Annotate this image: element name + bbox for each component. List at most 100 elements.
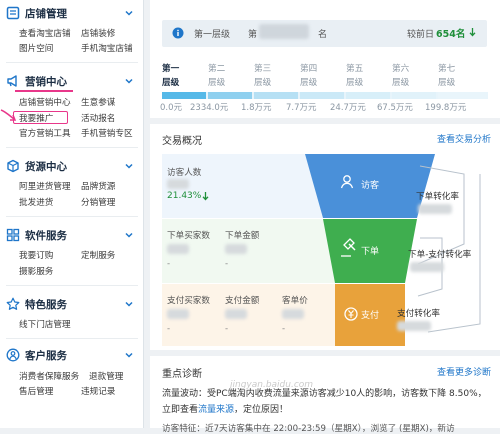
shop-icon [6, 6, 20, 20]
funnel-label-order: 下单 [361, 245, 379, 257]
section-marketing-center[interactable]: 营销中心 [6, 73, 67, 89]
level-suffix: 层级 [300, 78, 318, 88]
order-conversion-rate-label: 下单转化率 [416, 192, 459, 202]
section-sourcing-center[interactable]: 货源中心 [6, 158, 67, 174]
chevron-down-icon[interactable] [124, 161, 134, 171]
level-tab-1[interactable]: 第一 层级 [162, 62, 179, 90]
section-title: 特色服务 [25, 298, 67, 311]
highlight-underline [15, 90, 73, 92]
level-tab-4[interactable]: 第四 层级 [300, 62, 317, 90]
sidebar-item-event-signup[interactable]: 活动报名 [81, 112, 115, 124]
transaction-overview-card: 交易概况 查看交易分析 访客人数 21.43% 下单买家数 下单金额 - - 支… [150, 124, 500, 350]
level-tab-7[interactable]: 第七 层级 [438, 62, 455, 90]
chevron-down-icon[interactable] [124, 350, 134, 360]
sidebar: 店铺管理 查看淘宝店铺 店铺装修 图片空间 手机淘宝店铺 营销中心 店铺营销中心… [0, 0, 144, 428]
arrow-down-icon [202, 192, 209, 201]
level-threshold-value: 67.5万元 [377, 103, 413, 113]
view-transaction-analysis-link[interactable]: 查看交易分析 [437, 132, 491, 145]
sidebar-item-view-shop[interactable]: 查看淘宝店铺 [19, 27, 71, 39]
pay-amount-value-redacted [225, 309, 247, 319]
sidebar-item-distribution[interactable]: 分销管理 [81, 196, 115, 208]
sidebar-item-mobile-shop[interactable]: 手机淘宝店铺 [81, 42, 133, 54]
sidebar-item-shop-marketing[interactable]: 店铺营销中心 [19, 96, 71, 108]
level-tab-5[interactable]: 第五 层级 [346, 62, 363, 90]
divider [6, 147, 138, 148]
funnel-label-visitors: 访客 [361, 179, 379, 191]
divider [6, 285, 138, 286]
level-segment [162, 92, 206, 99]
level-threshold-value: 24.7万元 [330, 103, 366, 113]
sidebar-item-refund[interactable]: 退款管理 [89, 370, 123, 382]
chevron-down-icon[interactable] [124, 8, 134, 18]
level-segment [254, 92, 298, 99]
funnel-label-pay: 支付 [361, 309, 379, 321]
sidebar-item-official-tools[interactable]: 官方营销工具 [19, 127, 71, 139]
sidebar-item-promotion[interactable]: 我要推广 [19, 112, 53, 124]
box-icon [7, 159, 19, 173]
sidebar-item-mobile-marketing[interactable]: 手机营销专区 [81, 127, 133, 139]
level-suffix: 层级 [208, 78, 226, 88]
visitors-value-redacted [167, 179, 189, 189]
section-title: 货源中心 [25, 160, 67, 173]
level-suffix: 层级 [162, 78, 180, 88]
pay-buyers-value-redacted [167, 309, 189, 319]
rank-prefix: 第 [248, 30, 258, 40]
level-tab-3[interactable]: 第三 层级 [254, 62, 271, 90]
section-software-services[interactable]: 软件服务 [6, 227, 67, 243]
level-segment [208, 92, 252, 99]
sidebar-item-business-advisor[interactable]: 生意参谋 [81, 96, 115, 108]
level-suffix: 层级 [346, 78, 364, 88]
pay-conversion-rate-redacted [397, 321, 431, 331]
sidebar-item-brand-source[interactable]: 品牌货源 [81, 180, 115, 192]
chevron-down-icon[interactable] [124, 299, 134, 309]
section-customer-service[interactable]: 客户服务 [6, 347, 67, 363]
sidebar-item-custom-service[interactable]: 定制服务 [81, 249, 115, 261]
level-tab-6[interactable]: 第六 层级 [392, 62, 409, 90]
sidebar-item-offline-store[interactable]: 线下门店管理 [19, 318, 71, 330]
visitors-label: 访客人数 [167, 168, 202, 178]
level-name: 第一 [162, 64, 180, 74]
pay-amount-change: - [225, 324, 229, 334]
level-name: 第三 [254, 64, 272, 74]
shop-level-card: 第一层级 第 名 较前日 654名 第一 层级 第二 层级 第三 层级 第四 层… [150, 0, 500, 118]
section-shop-management[interactable]: 店铺管理 [6, 5, 67, 21]
traffic-source-link[interactable]: 流量来源 [198, 405, 234, 415]
sidebar-item-violation-records[interactable]: 违规记录 [81, 385, 115, 397]
chevron-down-icon[interactable] [124, 230, 134, 240]
sidebar-item-wholesale[interactable]: 批发进货 [19, 196, 53, 208]
sidebar-item-ali-purchase[interactable]: 阿里进货管理 [19, 180, 71, 192]
view-more-diagnosis-link[interactable]: 查看更多诊断 [437, 365, 491, 378]
grid-icon [6, 228, 20, 242]
order-buyers-value-redacted [167, 244, 189, 254]
level-segment [392, 92, 436, 99]
level-progress-track [162, 92, 488, 99]
level-segment [438, 92, 488, 99]
order-buyers-change: - [167, 259, 171, 269]
per-customer-price-change: - [282, 324, 286, 334]
order-amount-value-redacted [225, 244, 247, 254]
level-tab-2[interactable]: 第二 层级 [208, 62, 225, 90]
chevron-down-icon[interactable] [124, 76, 134, 86]
diagnosis-visitor-text: 访客特征：近7天访客集中在 22:00-23:59（星期X），浏览了 (星期X)… [162, 424, 455, 434]
level-segment [346, 92, 390, 99]
level-suffix: 层级 [254, 78, 272, 88]
rank-bar: 第一层级 第 名 较前日 654名 [162, 20, 487, 47]
order-conversion-rate-redacted [418, 204, 452, 214]
section-featured-services[interactable]: 特色服务 [6, 296, 67, 312]
level-suffix: 层级 [392, 78, 410, 88]
info-icon [172, 27, 184, 39]
pay-buyers-change: - [167, 324, 171, 334]
divider [6, 62, 138, 63]
section-title: 软件服务 [25, 229, 67, 242]
sidebar-item-subscribe[interactable]: 我要订购 [19, 249, 53, 261]
sidebar-item-shop-decoration[interactable]: 店铺装修 [81, 27, 115, 39]
sidebar-item-after-sales[interactable]: 售后管理 [19, 385, 53, 397]
level-name: 第二 [208, 64, 226, 74]
level-threshold-value: 0.0元 [160, 103, 183, 113]
sidebar-item-consumer-protection[interactable]: 消费者保障服务 [19, 370, 79, 382]
divider [6, 338, 138, 339]
sidebar-item-image-space[interactable]: 图片空间 [19, 42, 53, 54]
section-title: 店铺管理 [25, 7, 67, 20]
sidebar-item-photography[interactable]: 摄影服务 [19, 265, 53, 277]
level-threshold-value: 2334.0元 [190, 103, 229, 113]
